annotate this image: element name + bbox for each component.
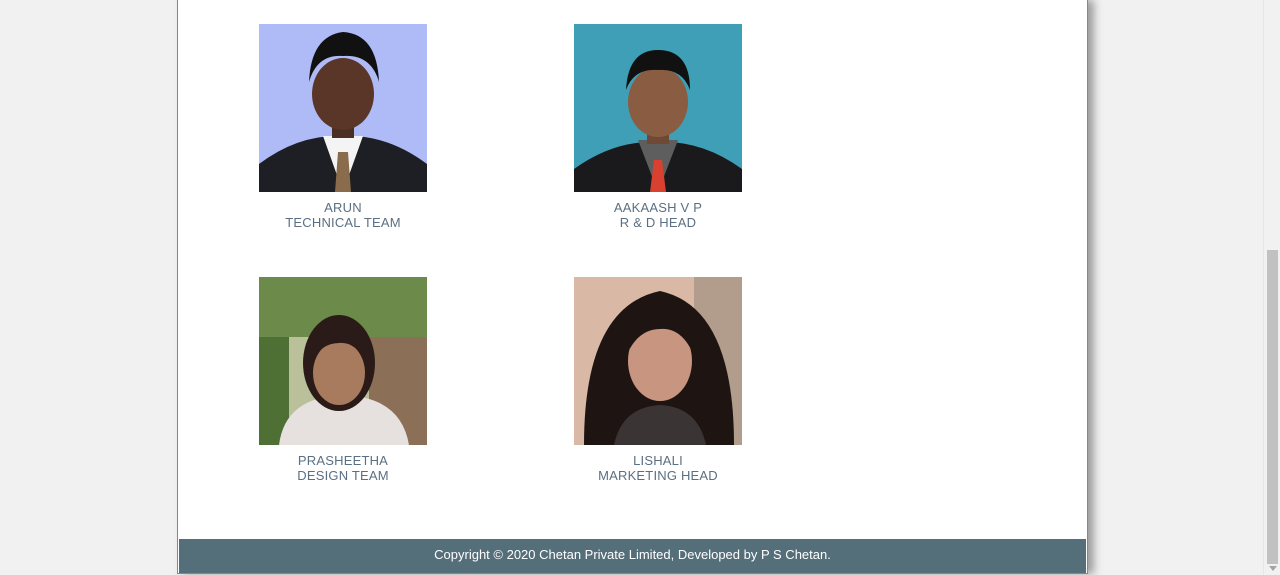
member-name: LISHALI: [633, 453, 683, 468]
member-role: R & D HEAD: [619, 215, 697, 230]
member-name: PRASHEETHA: [297, 453, 389, 468]
member-role: MARKETING HEAD: [598, 468, 718, 483]
member-role: TECHNICAL TEAM: [285, 215, 401, 230]
member-photo: [574, 24, 742, 192]
member-photo: [259, 24, 427, 192]
team-member-card: ARUN TECHNICAL TEAM: [243, 24, 443, 230]
scrollbar-thumb[interactable]: [1267, 250, 1278, 564]
team-member-card: PRASHEETHA DESIGN TEAM: [243, 277, 443, 483]
team-member-card: LISHALI MARKETING HEAD: [558, 277, 758, 483]
copyright-text: Copyright © 2020 Chetan Private Limited,…: [434, 547, 831, 562]
footer-bar: Copyright © 2020 Chetan Private Limited,…: [179, 539, 1086, 573]
member-name: ARUN: [324, 200, 362, 215]
member-role: DESIGN TEAM: [297, 468, 389, 483]
page-content: ARUN TECHNICAL TEAM AAKAASH V P R & D HE…: [177, 0, 1088, 574]
scroll-down-arrow-icon[interactable]: [1269, 566, 1277, 571]
team-member-card: AAKAASH V P R & D HEAD: [558, 24, 758, 230]
member-photo: [259, 277, 427, 445]
member-name: AAKAASH V P: [613, 200, 703, 215]
vertical-scrollbar[interactable]: [1263, 0, 1280, 575]
member-photo: [574, 277, 742, 445]
